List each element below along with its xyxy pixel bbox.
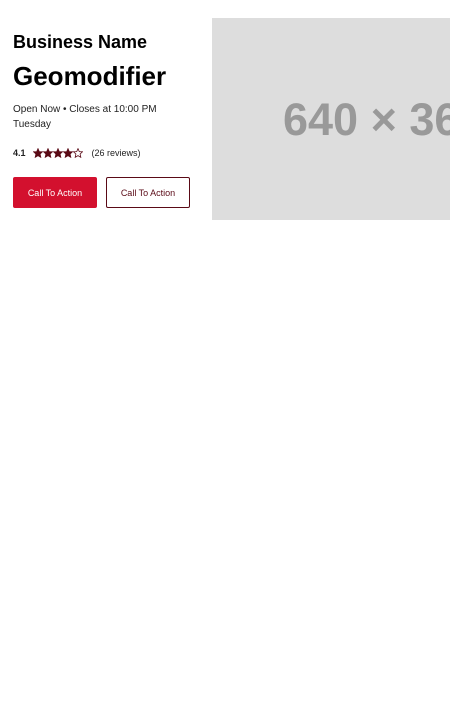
rating: 4.1 (26 reviews) <box>13 147 203 159</box>
hours-day: Tuesday <box>13 119 51 130</box>
star-rating <box>32 148 83 158</box>
star-empty-icon <box>72 148 83 158</box>
primary-cta-button[interactable]: Call To Action <box>13 177 97 208</box>
placeholder-dimensions-text: 640 × 360 <box>283 94 450 145</box>
review-count[interactable]: (26 reviews) <box>92 147 141 159</box>
hours: Open Now • Closes at 10:00 PM Tuesday <box>13 102 203 132</box>
business-info: Business Name Geomodifier Open Now • Clo… <box>13 30 203 208</box>
secondary-cta-button[interactable]: Call To Action <box>106 177 190 208</box>
business-name: Business Name <box>13 32 148 52</box>
hours-status: Open Now • Closes at 10:00 PM <box>13 104 157 115</box>
geomodifier: Geomodifier <box>13 61 167 91</box>
star-filled-icon <box>42 148 53 158</box>
cta-group: Call To Action Call To Action <box>13 177 203 208</box>
rating-value: 4.1 <box>13 148 26 158</box>
page: Business Name Geomodifier Open Now • Clo… <box>0 0 450 720</box>
star-filled-icon <box>52 148 63 158</box>
hero-image-placeholder: 640 × 360 <box>212 18 450 220</box>
star-filled-icon <box>62 148 73 158</box>
star-filled-icon <box>32 148 43 158</box>
